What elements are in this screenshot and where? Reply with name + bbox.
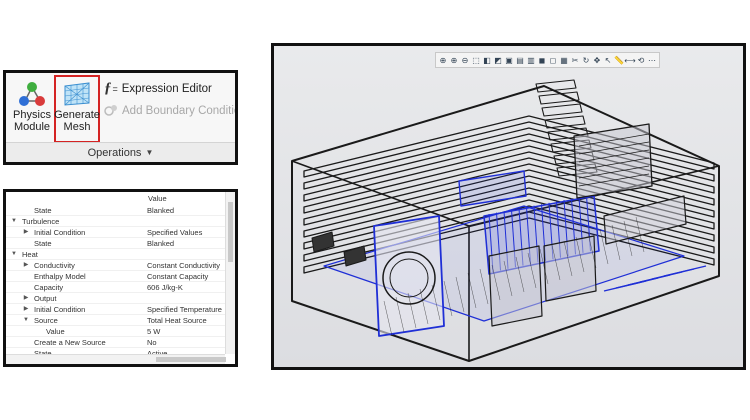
property-name: Enthalpy Model (34, 272, 86, 281)
property-name: Output (34, 294, 57, 303)
property-row[interactable]: ▼ Source Total Heat Source (6, 315, 225, 326)
iso-view-icon[interactable]: ◩ (493, 54, 503, 66)
properties-rows: State Blanked ▼ Turbulence ▶ Initial Conditio… (6, 205, 225, 359)
scrollbar-thumb[interactable] (228, 202, 233, 262)
zoom-out-icon[interactable]: ⊖ (460, 54, 470, 66)
property-row[interactable]: State Blanked (6, 238, 225, 249)
shaded-icon[interactable]: ◼ (537, 54, 547, 66)
collapse-icon[interactable]: ▼ (10, 249, 18, 260)
caret-down-icon: ▼ (145, 148, 154, 157)
property-value[interactable]: Blanked (147, 205, 174, 216)
operations-group-footer[interactable]: Operations ▼ (6, 142, 235, 162)
property-name: Heat (22, 250, 38, 259)
top-view-icon[interactable]: ▤ (515, 54, 525, 66)
value-column-header: Value (148, 194, 167, 203)
expand-icon[interactable]: ▶ (22, 304, 30, 315)
property-row[interactable]: ▶ Conductivity Constant Conductivity (6, 260, 225, 271)
collapse-icon[interactable]: ▼ (10, 216, 18, 227)
physics-module-button[interactable]: Physics Module (11, 77, 53, 143)
property-value[interactable]: Constant Conductivity (147, 260, 220, 271)
property-value[interactable]: Constant Capacity (147, 271, 208, 282)
property-row[interactable]: Enthalpy Model Constant Capacity (6, 271, 225, 282)
property-name: Create a New Source (34, 338, 106, 347)
fx-icon: ƒ (104, 80, 112, 96)
view-toolbar: ⊕ ⊕ ⊖ ⬚ ◧ ◩ ▣ ▤ ▥ ◼ ◻ ▦ ✂ ↻ ✥ ↖ 📏 ⟷ ⟲ ⋯ (435, 52, 660, 68)
view-cube-icon[interactable]: ◧ (482, 54, 492, 66)
zoom-in-icon[interactable]: ⊕ (449, 54, 459, 66)
property-value[interactable]: Total Heat Source (147, 315, 207, 326)
atom-icon (19, 82, 45, 106)
expand-icon[interactable]: ▶ (22, 260, 30, 271)
rotate-icon[interactable]: ↻ (581, 54, 591, 66)
generate-mesh-label-1: Generate (54, 109, 100, 121)
ribbon-operations-group: Physics Module Generate Mesh ƒ = Expressi… (3, 70, 238, 165)
properties-vertical-scrollbar[interactable] (225, 192, 235, 354)
zoom-fit-icon[interactable]: ⊕ (438, 54, 448, 66)
pan-icon[interactable]: ✥ (592, 54, 602, 66)
circuit-board (458, 170, 527, 207)
property-value[interactable]: 606 J/kg-K (147, 282, 183, 293)
properties-header: Value (6, 192, 235, 206)
property-row[interactable]: Capacity 606 J/kg-K (6, 282, 225, 293)
select-icon[interactable]: ↖ (603, 54, 613, 66)
expression-editor-label: Expression Editor (121, 82, 212, 95)
expand-icon[interactable]: ▶ (22, 293, 30, 304)
property-value[interactable]: Blanked (147, 238, 174, 249)
hidden-line-icon[interactable]: ▦ (559, 54, 569, 66)
property-row[interactable]: ▶ Output (6, 293, 225, 304)
expression-editor-button[interactable]: ƒ = Expression Editor (104, 80, 212, 97)
property-name: Initial Condition (34, 305, 86, 314)
property-name: State (34, 206, 52, 215)
zoom-window-icon[interactable]: ⬚ (471, 54, 481, 66)
ribbon-body: Physics Module Generate Mesh ƒ = Expressi… (6, 73, 235, 145)
property-row[interactable]: ▶ Initial Condition Specified Values (6, 227, 225, 238)
operations-group-label: Operations (87, 146, 142, 159)
wireframe-icon[interactable]: ◻ (548, 54, 558, 66)
scrollbar-thumb[interactable] (156, 357, 226, 362)
property-name: Turbulence (22, 217, 60, 226)
property-row[interactable]: Create a New Source No (6, 337, 225, 348)
generate-mesh-button[interactable]: Generate Mesh (54, 75, 100, 143)
fx-icon-equals: = (112, 83, 118, 94)
property-name: State (34, 239, 52, 248)
reset-icon[interactable]: ⟲ (636, 54, 646, 66)
cylinder-component (543, 235, 597, 302)
front-view-icon[interactable]: ▣ (504, 54, 514, 66)
properties-horizontal-scrollbar[interactable] (6, 354, 226, 364)
physics-module-label-1: Physics (13, 109, 51, 121)
rail-segment (663, 265, 707, 277)
property-row[interactable]: ▶ Initial Condition Specified Temperature (6, 304, 225, 315)
more-icon[interactable]: ⋯ (647, 54, 657, 66)
collapse-icon[interactable]: ▼ (22, 315, 30, 326)
ruler-icon[interactable]: ⟷ (624, 54, 635, 66)
property-name: Initial Condition (34, 228, 86, 237)
physics-module-label-2: Module (13, 121, 51, 133)
property-value[interactable]: Specified Temperature (147, 304, 222, 315)
section-icon[interactable]: ✂ (570, 54, 580, 66)
add-boundary-condition-label: Add Boundary Condition (122, 105, 238, 117)
property-value[interactable]: Specified Values (147, 227, 202, 238)
property-row[interactable]: ▼ Turbulence (6, 216, 225, 227)
property-name: Source (34, 316, 58, 325)
expand-icon[interactable]: ▶ (22, 227, 30, 238)
property-value[interactable]: 5 W (147, 326, 160, 337)
property-name: Value (46, 327, 65, 336)
generate-mesh-label-2: Mesh (63, 121, 91, 133)
add-boundary-condition-button[interactable]: Add Boundary Condition (104, 104, 238, 118)
boundary-condition-icon (104, 105, 117, 116)
enclosure-mesh-model[interactable] (274, 46, 743, 367)
side-view-icon[interactable]: ▥ (526, 54, 536, 66)
property-row[interactable]: Value 5 W (6, 326, 225, 337)
property-row[interactable]: ▼ Heat (6, 249, 225, 260)
property-value[interactable]: No (147, 337, 157, 348)
property-name: Capacity (34, 283, 64, 292)
property-name: Conductivity (34, 261, 75, 270)
fan-housing (373, 215, 445, 337)
mesh-grid-icon (64, 82, 90, 106)
properties-panel: Value State Blanked ▼ Turbulence ▶ Initial Co… (3, 189, 238, 367)
graphics-viewport[interactable]: ⊕ ⊕ ⊖ ⬚ ◧ ◩ ▣ ▤ ▥ ◼ ◻ ▦ ✂ ↻ ✥ ↖ 📏 ⟷ ⟲ ⋯ (271, 43, 746, 370)
property-row[interactable]: State Blanked (6, 205, 225, 216)
vent-slat (541, 103, 583, 117)
measure-icon[interactable]: 📏 (614, 54, 624, 66)
